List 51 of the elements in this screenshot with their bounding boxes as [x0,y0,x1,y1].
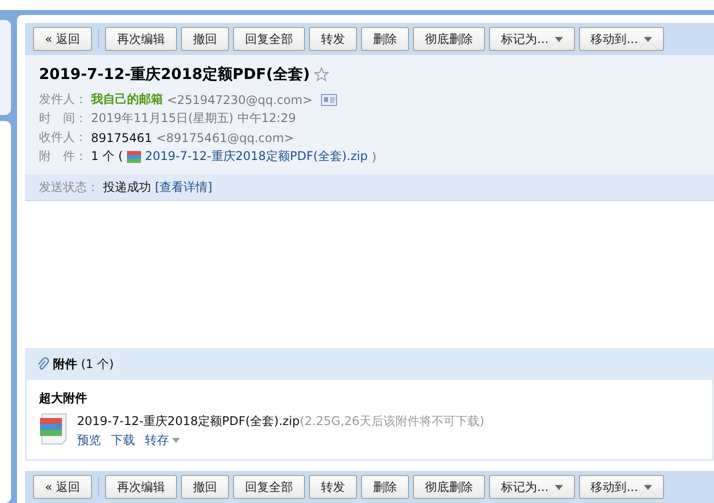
toolbar-button[interactable]: 回复全部 [233,27,306,51]
archive-icon [126,150,141,162]
file-info: (2.25G,26天后该附件将不可下载) [300,414,484,428]
parenthesis: ) [372,150,376,164]
caret-icon [172,438,180,443]
toolbar-button[interactable]: 转发 [309,475,358,499]
toolbar-button[interactable]: 再次编辑 [105,27,178,51]
action-link[interactable]: 下载 [111,432,135,449]
attachments-count: (1 个) [81,356,114,372]
caret-icon [554,36,563,42]
dropdown-button[interactable]: 移动到... [578,27,664,51]
dropdown-button[interactable]: 移动到... [578,475,664,499]
status-label: 发送状态： [39,178,99,196]
dropdown-button[interactable]: 标记为... [489,27,575,51]
toolbar-button[interactable]: 删除 [361,27,410,51]
caret-icon [644,36,652,42]
toolbar-button[interactable]: 彻底删除 [413,475,486,499]
toolbar-button[interactable]: 删除 [361,475,410,499]
dropdown-button[interactable]: 标记为... [489,475,575,499]
toolbar-button[interactable]: 彻底删除 [413,27,486,51]
contact-card-icon[interactable] [320,94,336,106]
toolbar-button[interactable]: « 返回 [33,27,92,51]
star-icon[interactable] [314,67,329,82]
attachment-group-title: 超大附件 [39,390,88,407]
sender-email: <251947230@qq.com> [167,92,312,106]
toolbar-button[interactable]: « 返回 [33,475,92,499]
toolbar-button[interactable]: 回复全部 [233,475,306,499]
action-link[interactable]: 预览 [77,432,101,449]
email-subject: 2019-7-12-重庆2018定额PDF(全套) [39,65,310,84]
attachment-count: 1 个 ( [91,148,123,165]
file-name: 2019-7-12-重庆2018定额PDF(全套).zip [77,414,300,428]
caret-icon [554,484,563,490]
archive-file-icon [39,413,69,445]
field-label: 时 间： [39,110,87,127]
paperclip-icon [37,357,49,371]
attachment-link[interactable]: 2019-7-12-重庆2018定额PDF(全套).zip [144,148,368,165]
dropdown-link[interactable]: 转存 [145,432,180,449]
field-label: 收件人： [39,129,87,146]
toolbar-button[interactable]: 撤回 [181,475,230,499]
toolbar-button[interactable]: 再次编辑 [105,475,178,499]
toolbar-button[interactable]: 撤回 [181,27,230,51]
details-link[interactable]: [查看详情] [155,178,212,196]
toolbar-button[interactable]: 转发 [309,27,358,51]
recipient-email: <89175461@qq.com> [156,130,294,144]
field-label: 附 件： [39,148,87,165]
caret-icon [644,484,652,490]
sent-time: 2019年11月15日(星期五) 中午12:29 [91,110,296,127]
recipient-name: 89175461 [91,130,152,144]
field-label: 发件人： [39,91,87,108]
status-value: 投递成功 [103,178,151,196]
attachments-title: 附件 [53,356,77,372]
